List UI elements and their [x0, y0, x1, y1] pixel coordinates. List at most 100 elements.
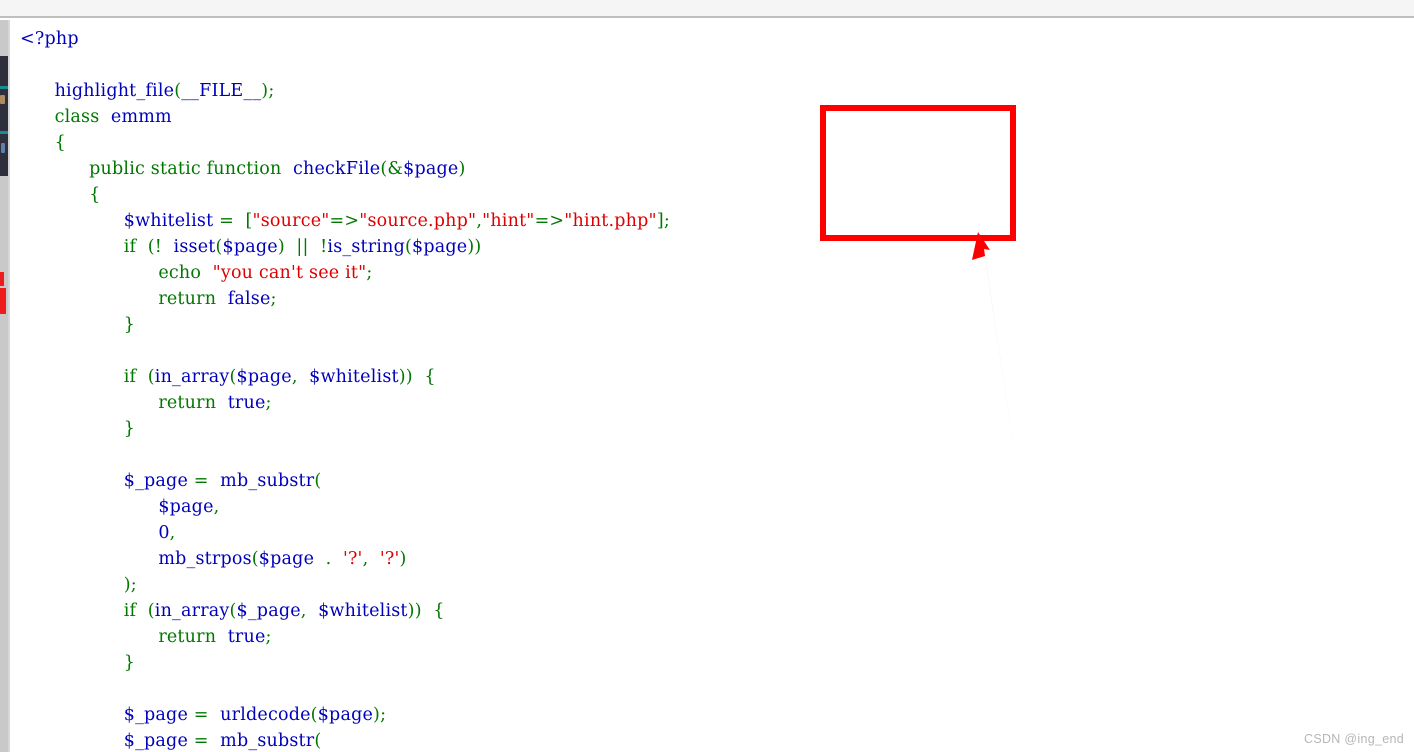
code-token: || [290, 237, 315, 257]
code-token: => [329, 211, 360, 231]
code-token: ( [141, 367, 155, 387]
code-token: } [123, 419, 136, 439]
code-token: if [123, 601, 142, 621]
code-token: $_page [123, 705, 189, 725]
code-token: ! [314, 237, 328, 257]
code-token: is_string [327, 237, 405, 257]
code-token: ( [215, 237, 223, 257]
code-token: ; [265, 393, 272, 413]
code-token: "hint" [482, 211, 535, 231]
code-token: = [188, 471, 215, 491]
code-token: (& [380, 159, 404, 179]
code-token: if [123, 367, 142, 387]
code-token: ; [265, 627, 272, 647]
code-token: '?' [337, 549, 363, 569]
code-token: , [362, 549, 375, 569]
code-token: { [89, 185, 101, 205]
code-token: $page [403, 159, 459, 179]
code-token: urldecode [214, 705, 311, 725]
code-token: mb_substr [214, 471, 315, 491]
code-token: )) [467, 237, 482, 257]
code-token: { [418, 367, 436, 387]
code-token: { [427, 601, 445, 621]
code-token: ; [366, 263, 373, 283]
dark-panel-accent-line-bottom [0, 131, 8, 134]
code-token: $_page [123, 731, 189, 751]
red-edge-fragment-lower [0, 288, 6, 314]
code-pane: <?php highlight_file ( __FILE__); class em… [10, 20, 1414, 752]
code-token: ) [458, 159, 466, 179]
code-token: $whitelist [303, 367, 399, 387]
code-token: $page [258, 549, 320, 569]
code-token: true [221, 627, 266, 647]
code-token: ( [314, 731, 322, 751]
code-token: mb_strpos [158, 549, 252, 569]
browser-top-bar [0, 0, 1414, 18]
dark-side-panel-fragment [0, 56, 8, 176]
code-token: ( [141, 601, 155, 621]
code-token: , [213, 497, 220, 517]
code-token: = [213, 211, 240, 231]
code-token: "hint.php" [564, 211, 657, 231]
dark-panel-glyph-upper [0, 95, 5, 104]
code-token: $page [158, 497, 214, 517]
code-token: return [158, 289, 222, 309]
code-token: public static function [89, 159, 288, 179]
code-token: false [221, 289, 271, 309]
code-token: ); [123, 575, 137, 595]
code-token: $page [222, 237, 278, 257]
code-token: $page [236, 367, 292, 387]
code-token: ); [373, 705, 387, 725]
code-token: ( [404, 237, 412, 257]
code-token: { [54, 133, 66, 153]
code-token: "source" [252, 211, 330, 231]
code-token: mb_substr [214, 731, 315, 751]
code-token: = [188, 731, 215, 751]
code-token: $whitelist [123, 211, 214, 231]
code-token: ( [310, 705, 318, 725]
code-token: ( [251, 549, 259, 569]
code-token: $page [317, 705, 374, 725]
code-token: isset [167, 237, 216, 257]
code-token: ( [314, 471, 322, 491]
dark-panel-accent-line-top [0, 86, 8, 89]
code-token: if [123, 237, 142, 257]
code-token: class [54, 107, 106, 127]
code-token: "source.php" [359, 211, 477, 231]
code-token: "you can't see it" [206, 263, 367, 283]
code-token: => [534, 211, 565, 231]
php-source-code: <?php highlight_file ( __FILE__); class em… [10, 20, 1414, 752]
code-token: $whitelist [312, 601, 408, 621]
code-token: )) [398, 367, 419, 387]
code-token: $_page [123, 471, 189, 491]
code-token: , [169, 523, 176, 543]
screenshot-root: <?php highlight_file ( __FILE__); class em… [0, 0, 1414, 752]
code-token: true [221, 393, 266, 413]
code-token: , [300, 601, 313, 621]
code-token: } [123, 653, 136, 673]
code-token: echo [158, 263, 207, 283]
code-token: , [291, 367, 304, 387]
code-token: return [158, 627, 222, 647]
code-token: highlight_file [54, 81, 175, 101]
code-token: ; [270, 289, 277, 309]
code-token: ; [268, 81, 275, 101]
dark-panel-glyph-lower [1, 143, 5, 153]
code-token: ) [399, 549, 407, 569]
code-token: $_page [236, 601, 301, 621]
code-token: = [188, 705, 215, 725]
code-token: __FILE__ [181, 81, 262, 101]
code-token: ( [229, 601, 237, 621]
code-token: <?php [20, 29, 79, 49]
code-token: in_array [154, 601, 230, 621]
code-token: 0 [158, 523, 170, 543]
code-token: ( [229, 367, 237, 387]
red-edge-fragment-upper [0, 272, 4, 286]
code-token: . [319, 549, 338, 569]
csdn-watermark: CSDN @ing_end [1304, 732, 1404, 746]
code-token: in_array [154, 367, 230, 387]
code-token: $page [412, 237, 468, 257]
code-token: (! [141, 237, 168, 257]
code-token: emmm [105, 107, 172, 127]
code-token: checkFile [287, 159, 381, 179]
